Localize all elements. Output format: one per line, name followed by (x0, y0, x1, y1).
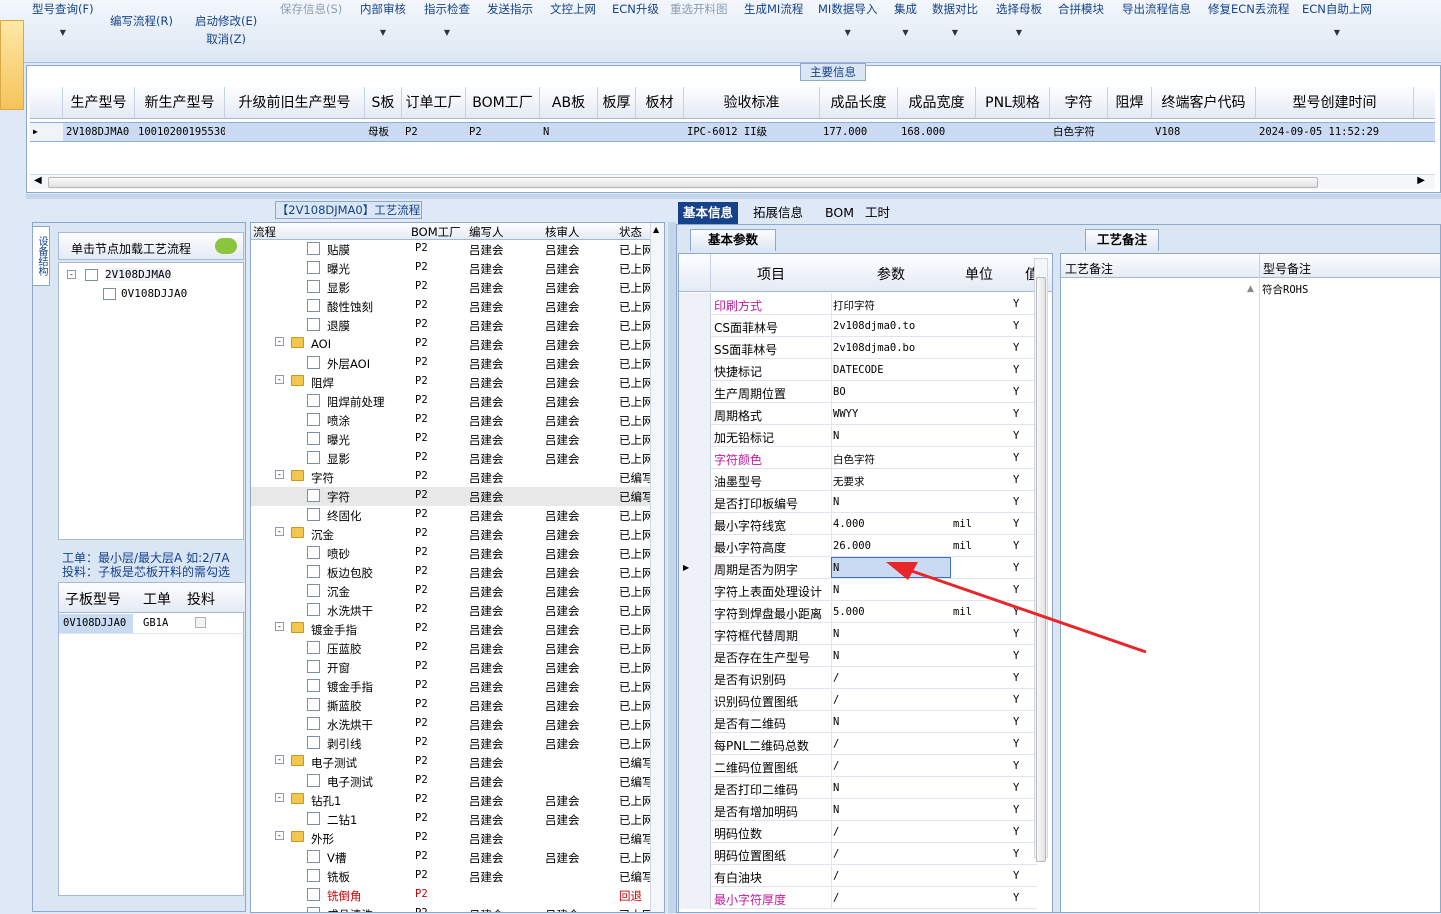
annotation-arrow (886, 562, 1147, 654)
